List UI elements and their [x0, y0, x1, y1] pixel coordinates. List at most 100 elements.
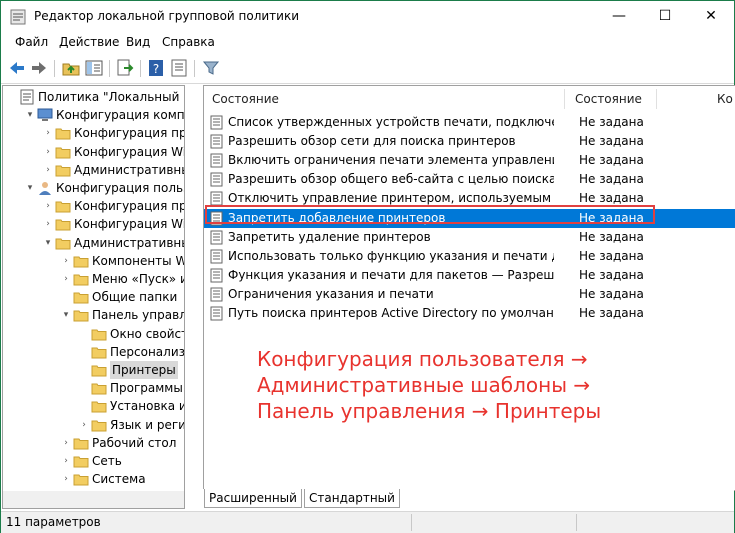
svg-text:?: ? [153, 62, 159, 76]
folder-icon [55, 216, 71, 232]
tree-item-label: Установка и у [110, 399, 184, 414]
toolbar-separator [140, 60, 141, 77]
expand-arrow-icon[interactable]: › [43, 197, 53, 215]
tree-item-label: Компоненты Win [92, 253, 184, 268]
view-tabs: Расширенный Стандартный [203, 489, 734, 509]
tree-item-label: Политика "Локальный ком [38, 90, 184, 104]
maximize-button[interactable]: ☐ [642, 1, 688, 32]
expand-arrow-icon[interactable]: › [43, 124, 53, 142]
setting-name: Использовать только функцию указания и п… [228, 248, 554, 263]
collapse-arrow-icon[interactable]: ▾ [61, 306, 71, 324]
close-button[interactable]: ✕ [688, 1, 734, 32]
tree-horizontal-scrollbar[interactable] [2, 491, 185, 509]
tree-item[interactable]: ▾ Конфигурация компьют [3, 106, 184, 124]
tree-item[interactable]: ▾ Панель управлен [3, 306, 184, 324]
status-divider [411, 514, 412, 531]
tree-item[interactable]: › Административные [3, 161, 184, 179]
properties-icon[interactable] [169, 58, 189, 78]
expand-arrow-icon[interactable]: › [43, 143, 53, 161]
setting-row[interactable]: Запретить удаление принтеров Не задана [204, 228, 735, 247]
tree-item[interactable]: Программы [3, 379, 184, 397]
tree-item[interactable]: › Система [3, 470, 184, 488]
tree-item-label: Окно свойств [110, 326, 184, 341]
back-arrow-icon[interactable] [7, 58, 27, 78]
column-divider[interactable] [564, 89, 565, 109]
tree-item-label: Административные [74, 162, 184, 177]
setting-row[interactable]: Включить ограничения печати элемента упр… [204, 151, 735, 170]
settings-list: Состояние Состояние Ко Список утвержденн… [203, 85, 735, 491]
setting-state: Не задана [579, 115, 644, 129]
setting-icon [210, 115, 224, 130]
filter-icon[interactable] [201, 58, 221, 78]
expand-arrow-icon[interactable]: › [61, 252, 71, 270]
setting-row[interactable]: Ограничения указания и печати Не задана [204, 285, 735, 304]
menu-file[interactable]: Файл [15, 35, 48, 49]
toolbar-separator [194, 60, 195, 77]
column-header-setting[interactable]: Состояние [212, 86, 279, 112]
expand-arrow-icon[interactable]: › [61, 470, 71, 488]
tree-item[interactable]: ▾ Конфигурация пользова [3, 179, 184, 197]
export-list-icon[interactable] [115, 58, 135, 78]
setting-row[interactable]: Использовать только функцию указания и п… [204, 247, 735, 266]
setting-state: Не задана [579, 153, 644, 168]
folder-icon [73, 435, 89, 451]
setting-row[interactable]: Разрешить обзор общего веб-сайта с целью… [204, 170, 735, 189]
tab-extended[interactable]: Расширенный [204, 489, 302, 508]
show-hide-tree-icon[interactable] [84, 58, 104, 78]
minimize-button[interactable]: — [596, 1, 642, 32]
tree-item[interactable]: Окно свойств [3, 325, 184, 343]
tab-standard[interactable]: Стандартный [304, 489, 400, 508]
expand-arrow-icon[interactable]: › [61, 434, 71, 452]
navigation-path-note: Конфигурация пользователя → Администрати… [257, 346, 601, 424]
help-icon[interactable]: ? [146, 58, 166, 78]
setting-row[interactable]: Функция указания и печати для пакетов — … [204, 266, 735, 285]
expand-arrow-icon[interactable]: › [43, 161, 53, 179]
menu-action[interactable]: Действие [59, 35, 119, 49]
pane-splitter[interactable] [185, 85, 201, 509]
gpedit-app-icon [10, 9, 26, 25]
expand-arrow-icon[interactable]: › [61, 270, 71, 288]
tree-item[interactable]: Политика "Локальный ком [3, 88, 184, 106]
column-header-comment[interactable]: Ко [717, 86, 733, 112]
setting-row[interactable]: Список утвержденных устройств печати, по… [204, 113, 735, 132]
expand-arrow-icon[interactable]: › [61, 452, 71, 470]
tree-item[interactable]: › Конфигурация Wind [3, 215, 184, 233]
note-line: Панель управления → Принтеры [257, 399, 602, 423]
expand-arrow-icon[interactable]: › [79, 416, 89, 434]
collapse-arrow-icon[interactable]: ▾ [25, 179, 35, 197]
tree-item[interactable]: › Компоненты Win [3, 252, 184, 270]
menu-view[interactable]: Вид [126, 35, 150, 49]
folder-icon [55, 198, 71, 214]
setting-name: Разрешить обзор общего веб-сайта с целью… [228, 172, 554, 187]
tree-item[interactable]: › Конфигурация прогр [3, 197, 184, 215]
folder-icon [73, 253, 89, 269]
column-divider[interactable] [656, 89, 657, 109]
setting-row[interactable]: Разрешить обзор сети для поиска принтеро… [204, 132, 735, 151]
tree-item[interactable]: › Сеть [3, 452, 184, 470]
folder-icon [73, 271, 89, 287]
expand-arrow-icon[interactable]: › [43, 215, 53, 233]
folder-icon [55, 125, 71, 141]
folder-icon [73, 289, 89, 305]
tree-item[interactable]: › Конфигурация Wind [3, 143, 184, 161]
forward-arrow-icon[interactable] [29, 58, 49, 78]
collapse-arrow-icon[interactable]: ▾ [25, 106, 35, 124]
tree-item[interactable]: Принтеры [3, 361, 184, 379]
setting-row[interactable]: Путь поиска принтеров Active Directory п… [204, 304, 735, 323]
user-icon [37, 180, 53, 196]
tree-item[interactable]: Персонализация [3, 343, 184, 361]
folder-icon [91, 344, 107, 360]
setting-icon [210, 287, 224, 302]
up-folder-icon[interactable] [61, 58, 81, 78]
tree-item[interactable]: › Конфигурация прогр [3, 124, 184, 142]
tree-item[interactable]: › Язык и регион [3, 416, 184, 434]
menu-help[interactable]: Справка [162, 35, 215, 49]
tree-item[interactable]: Установка и у [3, 397, 184, 415]
collapse-arrow-icon[interactable]: ▾ [43, 234, 53, 252]
tree-item[interactable]: ▾ Административные [3, 234, 184, 252]
tree-item[interactable]: › Рабочий стол [3, 434, 184, 452]
tree-item[interactable]: Общие папки [3, 288, 184, 306]
column-header-state[interactable]: Состояние [575, 86, 642, 112]
tree-item[interactable]: › Меню «Пуск» и г [3, 270, 184, 288]
computer-icon [37, 107, 53, 123]
